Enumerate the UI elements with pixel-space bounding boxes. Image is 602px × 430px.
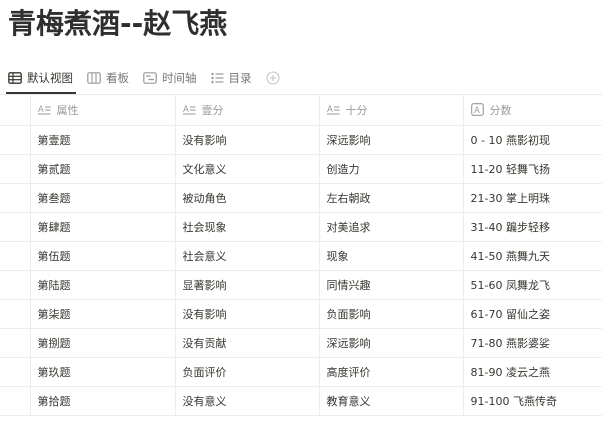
table-row[interactable]: 第肆题 社会现象 对美追求 31-40 蹁步轻移 bbox=[0, 212, 602, 242]
cell-ten-points[interactable]: 教育意义 bbox=[319, 386, 464, 416]
cell-attribute[interactable]: 第叁题 bbox=[30, 183, 176, 213]
text-property-icon: A bbox=[37, 105, 50, 115]
cell-ten-points[interactable]: 负面影响 bbox=[319, 299, 464, 329]
view-tabs: 默认视图 看板 时间轴 目录 bbox=[8, 66, 280, 90]
column-header-label: 壹分 bbox=[201, 103, 224, 117]
row-gutter bbox=[0, 328, 31, 358]
table-header-row: A 属性 A 壹分 A 十分 A 分数 bbox=[0, 95, 602, 126]
cell-one-point[interactable]: 被动角色 bbox=[175, 183, 320, 213]
cell-score[interactable]: 31-40 蹁步轻移 bbox=[463, 212, 602, 242]
column-header-label: 分数 bbox=[489, 103, 512, 117]
table-row[interactable]: 第陆题 显著影响 同情兴趣 51-60 凤舞龙飞 bbox=[0, 270, 602, 300]
cell-attribute[interactable]: 第柒题 bbox=[30, 299, 176, 329]
cell-score[interactable]: 71-80 燕影婆娑 bbox=[463, 328, 602, 358]
cell-score[interactable]: 21-30 掌上明珠 bbox=[463, 183, 602, 213]
table-row[interactable]: 第壹题 没有影响 深远影响 0 - 10 燕影初现 bbox=[0, 125, 602, 155]
cell-attribute[interactable]: 第捌题 bbox=[30, 328, 176, 358]
svg-text:A: A bbox=[474, 106, 480, 116]
cell-one-point[interactable]: 社会现象 bbox=[175, 212, 320, 242]
column-header-label: 十分 bbox=[345, 103, 368, 117]
cell-one-point[interactable]: 没有影响 bbox=[175, 299, 320, 329]
cell-score[interactable]: 11-20 轻舞飞扬 bbox=[463, 154, 602, 184]
row-gutter bbox=[0, 386, 31, 416]
row-gutter bbox=[0, 299, 31, 329]
timeline-icon bbox=[143, 72, 157, 84]
cell-ten-points[interactable]: 深远影响 bbox=[319, 125, 464, 155]
cell-one-point[interactable]: 没有影响 bbox=[175, 125, 320, 155]
database-table: A 属性 A 壹分 A 十分 A 分数 第壹题 没有影响 深远影响 0 - 10… bbox=[0, 95, 602, 416]
row-gutter bbox=[0, 270, 31, 300]
add-view-button[interactable] bbox=[265, 66, 280, 90]
column-header-score[interactable]: A 分数 bbox=[463, 95, 602, 126]
cell-one-point[interactable]: 负面评价 bbox=[175, 357, 320, 387]
tab-timeline-view-label: 时间轴 bbox=[162, 71, 197, 85]
cell-one-point[interactable]: 文化意义 bbox=[175, 154, 320, 184]
cell-ten-points[interactable]: 现象 bbox=[319, 241, 464, 271]
row-gutter-header bbox=[0, 95, 31, 126]
tab-default-view-label: 默认视图 bbox=[27, 71, 73, 85]
table-row[interactable]: 第伍题 社会意义 现象 41-50 燕舞九天 bbox=[0, 241, 602, 271]
column-header-attribute[interactable]: A 属性 bbox=[30, 95, 176, 126]
cell-ten-points[interactable]: 同情兴趣 bbox=[319, 270, 464, 300]
row-gutter bbox=[0, 183, 31, 213]
table-row[interactable]: 第捌题 没有贡献 深远影响 71-80 燕影婆娑 bbox=[0, 328, 602, 358]
cell-attribute[interactable]: 第肆题 bbox=[30, 212, 176, 242]
table-row[interactable]: 第叁题 被动角色 左右朝政 21-30 掌上明珠 bbox=[0, 183, 602, 213]
cell-one-point[interactable]: 没有贡献 bbox=[175, 328, 320, 358]
board-icon bbox=[87, 72, 101, 84]
cell-attribute[interactable]: 第贰题 bbox=[30, 154, 176, 184]
row-gutter bbox=[0, 357, 31, 387]
cell-ten-points[interactable]: 左右朝政 bbox=[319, 183, 464, 213]
cell-one-point[interactable]: 社会意义 bbox=[175, 241, 320, 271]
cell-ten-points[interactable]: 对美追求 bbox=[319, 212, 464, 242]
cell-attribute[interactable]: 第伍题 bbox=[30, 241, 176, 271]
cell-score[interactable]: 91-100 飞燕传奇 bbox=[463, 386, 602, 416]
table-row[interactable]: 第拾题 没有意义 教育意义 91-100 飞燕传奇 bbox=[0, 386, 602, 416]
cell-attribute[interactable]: 第壹题 bbox=[30, 125, 176, 155]
table-row[interactable]: 第柒题 没有影响 负面影响 61-70 留仙之姿 bbox=[0, 299, 602, 329]
cell-ten-points[interactable]: 创造力 bbox=[319, 154, 464, 184]
plus-circle-icon bbox=[265, 71, 280, 85]
row-gutter bbox=[0, 212, 31, 242]
cell-score[interactable]: 81-90 凌云之燕 bbox=[463, 357, 602, 387]
text-property-icon: A bbox=[182, 105, 195, 115]
tab-list-view-label: 目录 bbox=[228, 71, 252, 85]
tab-list-view[interactable]: 目录 bbox=[210, 66, 252, 90]
tab-board-view-label: 看板 bbox=[106, 71, 129, 85]
tab-default-view[interactable]: 默认视图 bbox=[8, 66, 73, 90]
column-header-label: 属性 bbox=[56, 103, 79, 117]
table-row[interactable]: 第玖题 负面评价 高度评价 81-90 凌云之燕 bbox=[0, 357, 602, 387]
row-gutter bbox=[0, 125, 31, 155]
cell-one-point[interactable]: 显著影响 bbox=[175, 270, 320, 300]
row-gutter bbox=[0, 154, 31, 184]
cell-attribute[interactable]: 第陆题 bbox=[30, 270, 176, 300]
cell-attribute[interactable]: 第玖题 bbox=[30, 357, 176, 387]
page-title: 青梅煮酒--赵飞燕 bbox=[8, 7, 228, 40]
tab-board-view[interactable]: 看板 bbox=[87, 66, 129, 90]
row-gutter bbox=[0, 241, 31, 271]
cell-attribute[interactable]: 第拾题 bbox=[30, 386, 176, 416]
column-header-one-point[interactable]: A 壹分 bbox=[175, 95, 320, 126]
cell-one-point[interactable]: 没有意义 bbox=[175, 386, 320, 416]
cell-score[interactable]: 0 - 10 燕影初现 bbox=[463, 125, 602, 155]
cell-score[interactable]: 61-70 留仙之姿 bbox=[463, 299, 602, 329]
cell-ten-points[interactable]: 高度评价 bbox=[319, 357, 464, 387]
table-row[interactable]: 第贰题 文化意义 创造力 11-20 轻舞飞扬 bbox=[0, 154, 602, 184]
tab-timeline-view[interactable]: 时间轴 bbox=[143, 66, 197, 90]
list-icon bbox=[210, 72, 223, 84]
cell-score[interactable]: 41-50 燕舞九天 bbox=[463, 241, 602, 271]
table-icon bbox=[8, 72, 22, 84]
column-header-ten-points[interactable]: A 十分 bbox=[319, 95, 464, 126]
text-property-icon: A bbox=[326, 105, 339, 115]
cell-score[interactable]: 51-60 凤舞龙飞 bbox=[463, 270, 602, 300]
formula-icon: A bbox=[470, 103, 484, 116]
cell-ten-points[interactable]: 深远影响 bbox=[319, 328, 464, 358]
